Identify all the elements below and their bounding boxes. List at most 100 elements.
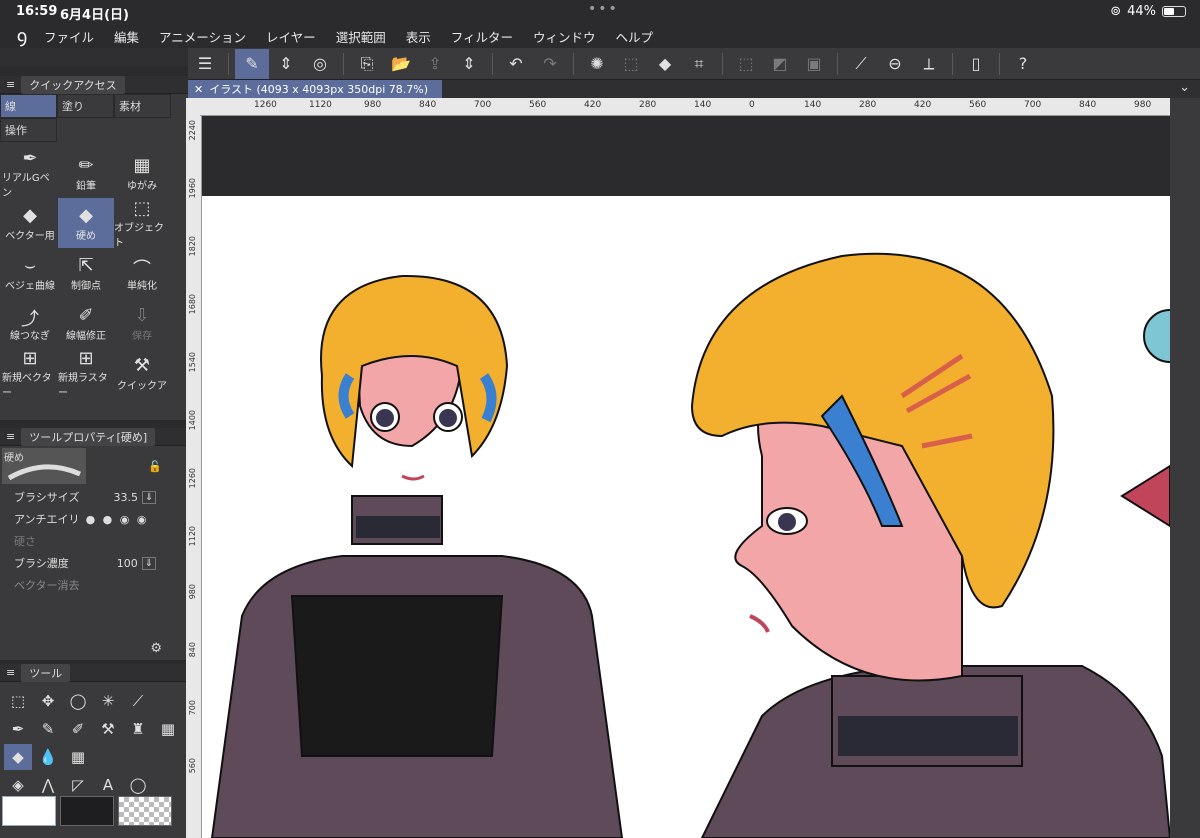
gradient-tool-icon[interactable]: ◈ (4, 772, 32, 798)
density-dropdown-icon[interactable]: ⇓ (141, 556, 157, 570)
clear-selection-icon[interactable]: ⬚ (729, 49, 763, 79)
panel-menu-icon[interactable]: ≡ (6, 430, 15, 443)
eraser-tool-icon[interactable]: ◆ (4, 744, 32, 770)
document-tab[interactable]: ✕ イラスト (4093 x 4093px 350dpi 78.7%) (188, 80, 442, 98)
tool-bezier[interactable]: ⌣ ベジェ曲線 (2, 248, 58, 298)
chevron-down-icon[interactable]: ⌄ (1179, 80, 1190, 95)
link-icon: ⊚ (1110, 4, 1122, 19)
blend-tool-icon[interactable]: 💧 (34, 744, 62, 770)
open-file-icon[interactable]: 📂 (384, 49, 418, 79)
help-icon[interactable]: ? (1006, 49, 1040, 79)
panel-grip[interactable] (0, 48, 188, 66)
deselect-icon[interactable]: ⬚ (614, 49, 648, 79)
tool-simplify[interactable]: ⌒ 単純化 (114, 248, 170, 298)
redo-icon[interactable]: ↷ (533, 49, 567, 79)
tool-new-raster[interactable]: ⊞ 新規ラスター (58, 348, 114, 399)
decoration-icon[interactable]: ♜ (124, 716, 152, 742)
vector-erase-row[interactable]: ベクター消去 (0, 574, 188, 596)
fill-tool-icon[interactable]: ▦ (64, 744, 92, 770)
quick-access-title[interactable]: クイックアクセス (21, 75, 125, 94)
tool-liquify[interactable]: ▦ ゆがみ (114, 148, 170, 198)
pen-tool-icon[interactable]: ✒ (4, 716, 32, 742)
tool-object[interactable]: ⬚ オブジェクト (114, 198, 170, 249)
new-file-icon[interactable]: ⎘ (350, 49, 384, 79)
panel-menu-icon[interactable]: ≡ (6, 78, 15, 91)
menu-animation[interactable]: アニメーション (159, 27, 246, 46)
figure-tool-icon[interactable]: ⋀ (34, 772, 62, 798)
tool-line-width[interactable]: ✐ 線幅修正 (58, 298, 114, 348)
eyedropper-icon[interactable]: ⟋ (124, 688, 152, 714)
antialias-row[interactable]: アンチエイリ ● ● ◉ ◉ (0, 508, 188, 530)
perspective-icon[interactable]: ⟂ (912, 49, 946, 79)
menu-help[interactable]: ヘルプ (616, 27, 654, 46)
tab-material[interactable]: 素材 (114, 94, 171, 118)
fill-icon[interactable]: ◆ (648, 49, 682, 79)
panel-menu-icon[interactable]: ≡ (6, 666, 15, 679)
menu-file[interactable]: ファイル (44, 27, 94, 46)
undo-icon[interactable]: ↶ (499, 49, 533, 79)
settings-icon[interactable]: ⚙ (150, 641, 162, 656)
move-tool-icon[interactable]: ✥ (34, 688, 62, 714)
density-row[interactable]: ブラシ濃度 100 ⇓ (0, 552, 188, 574)
frame-tool-icon[interactable]: ◸ (64, 772, 92, 798)
brush-size-label: ブラシサイズ (14, 491, 80, 504)
tool-panel-title[interactable]: ツール (21, 663, 71, 682)
export-icon[interactable]: ⇪ (418, 49, 452, 79)
symmetry-icon[interactable]: ⊖ (878, 49, 912, 79)
illustration-canvas[interactable] (202, 196, 1170, 838)
invert-selection-icon[interactable]: ◩ (763, 49, 797, 79)
tool-real-g-pen[interactable]: ✒ リアルGペン (2, 148, 58, 199)
tab-fill[interactable]: 塗り (57, 94, 114, 118)
multitask-icon[interactable]: ••• (588, 1, 619, 17)
ruler-tick-label: 840 (188, 642, 197, 658)
pattern-icon[interactable]: ▦ (154, 716, 182, 742)
tool-property-title[interactable]: ツールプロパティ[硬め] (21, 427, 156, 446)
app-logo-icon[interactable]: ꝯ (0, 24, 44, 48)
tool-pencil[interactable]: ✏ 鉛筆 (58, 148, 114, 198)
device-icon[interactable]: ▯ (959, 49, 993, 79)
tool-property-header: ≡ ツールプロパティ[硬め] (0, 427, 188, 446)
sub-color-swatch[interactable] (60, 796, 114, 826)
tab-line[interactable]: 線 (0, 94, 57, 118)
tool-new-vector[interactable]: ⊞ 新規ベクター (2, 348, 58, 399)
magic-wand-icon[interactable]: ✳ (94, 688, 122, 714)
lock-icon[interactable]: 🔓 (148, 460, 162, 473)
size-dropdown-icon[interactable]: ⇓ (141, 490, 157, 504)
menu-filter[interactable]: フィルター (451, 27, 513, 46)
menu-layer[interactable]: レイヤー (266, 27, 316, 46)
smart-smoothing-icon[interactable]: ◎ (303, 49, 337, 79)
loading-icon[interactable]: ✺ (580, 49, 614, 79)
right-scroll-area[interactable] (1170, 98, 1200, 838)
tool-hard-eraser[interactable]: ◆ 硬め (58, 198, 114, 248)
main-color-swatch[interactable] (2, 796, 56, 826)
pencil-tool-icon[interactable]: ✎ (34, 716, 62, 742)
select-tool-icon[interactable]: ⬚ (4, 688, 32, 714)
ruler-icon[interactable]: ⟋ (844, 49, 878, 79)
antialias-options-icon[interactable]: ● ● ◉ ◉ (86, 513, 149, 526)
hamburger-menu-icon[interactable]: ☰ (188, 49, 222, 79)
transparent-color-swatch[interactable] (118, 796, 172, 826)
updown-chevron-icon[interactable]: ⇕ (269, 49, 303, 79)
tool-quick-access[interactable]: ⚒ クイックア (114, 348, 170, 398)
airbrush-icon[interactable]: ⚒ (94, 716, 122, 742)
tool-save[interactable]: ⇩ 保存 (114, 298, 170, 348)
menu-window[interactable]: ウィンドウ (533, 27, 596, 46)
lasso-tool-icon[interactable]: ◯ (64, 688, 92, 714)
edit-mode-icon[interactable]: ✎ (235, 48, 269, 79)
updown-chevron-icon[interactable]: ⇕ (452, 49, 486, 79)
balloon-tool-icon[interactable]: ◯ (124, 772, 152, 798)
brush-size-row[interactable]: ブラシサイズ 33.5 ⇓ (0, 486, 188, 508)
tab-operation[interactable]: 操作 (0, 118, 57, 142)
transform-icon[interactable]: ⌗ (682, 49, 716, 79)
tool-vector-eraser[interactable]: ◆ ベクター用 (2, 198, 58, 248)
text-tool-icon[interactable]: A (94, 772, 122, 798)
tool-connect-line[interactable]: ⤴ 線つなぎ (2, 298, 58, 348)
brush-tool-icon[interactable]: ✐ (64, 716, 92, 742)
menu-selection[interactable]: 選択範囲 (336, 27, 386, 46)
menu-edit[interactable]: 編集 (114, 27, 139, 46)
close-tab-icon[interactable]: ✕ (194, 83, 203, 96)
menu-view[interactable]: 表示 (406, 27, 431, 46)
crop-icon[interactable]: ▣ (797, 49, 831, 79)
tool-control-point[interactable]: ⇱ 制御点 (58, 248, 114, 298)
brush-preview[interactable]: 硬め (2, 448, 86, 484)
